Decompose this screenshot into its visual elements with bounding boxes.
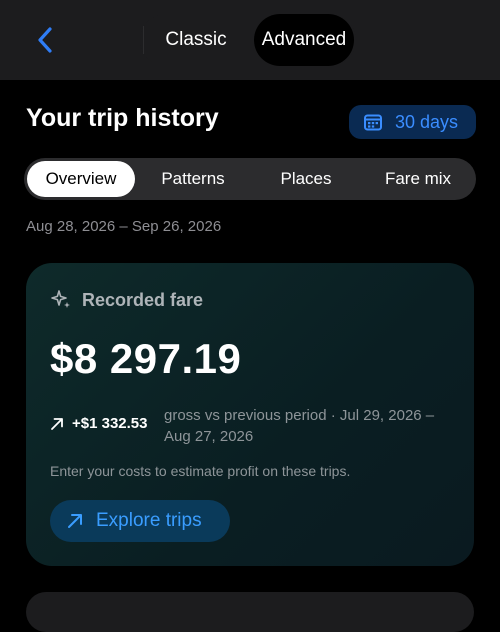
mode-classic-option[interactable]: Classic bbox=[148, 14, 244, 66]
chevron-left-icon bbox=[38, 27, 52, 53]
tab-fare-mix[interactable]: Fare mix bbox=[364, 161, 472, 197]
delta-description: gross vs previous period · Jul 29, 2026 … bbox=[164, 407, 435, 445]
delta-value: +$1 332.53 bbox=[72, 415, 148, 432]
profit-note: Enter your costs to estimate profit on t… bbox=[50, 463, 351, 479]
top-nav-bar: Classic Advanced bbox=[0, 0, 500, 80]
tab-patterns[interactable]: Patterns bbox=[138, 161, 248, 197]
card-label: Recorded fare bbox=[82, 289, 204, 310]
back-button[interactable] bbox=[30, 24, 62, 56]
tab-overview[interactable]: Overview bbox=[27, 161, 135, 197]
recorded-fare-card: Recorded fare $8 297.19 +$1 332.53 gross… bbox=[26, 263, 474, 566]
arrow-up-right-icon bbox=[51, 418, 63, 430]
explore-trips-label: Explore trips bbox=[96, 510, 202, 531]
page-title: Your trip history bbox=[26, 104, 219, 132]
mode-advanced-option[interactable]: Advanced bbox=[254, 14, 354, 66]
fare-amount: $8 297.19 bbox=[50, 335, 242, 382]
tab-places[interactable]: Places bbox=[252, 161, 360, 197]
arrow-up-right-icon bbox=[68, 514, 82, 528]
section-tabs: Overview Patterns Places Fare mix bbox=[24, 158, 476, 200]
next-card bbox=[26, 592, 474, 632]
card-header: Recorded fare bbox=[50, 289, 203, 311]
explore-trips-button[interactable]: Explore trips bbox=[50, 500, 230, 542]
page-header: Your trip history 30 days bbox=[26, 100, 476, 142]
mode-divider bbox=[143, 26, 144, 54]
mode-switcher: Classic Advanced bbox=[140, 14, 356, 66]
sparkle-icon bbox=[51, 290, 70, 308]
range-button-label: 30 days bbox=[395, 111, 459, 132]
range-button[interactable]: 30 days bbox=[349, 105, 476, 139]
calendar-icon bbox=[364, 114, 382, 131]
date-range-label: Aug 28, 2026 – Sep 26, 2026 bbox=[26, 218, 222, 235]
